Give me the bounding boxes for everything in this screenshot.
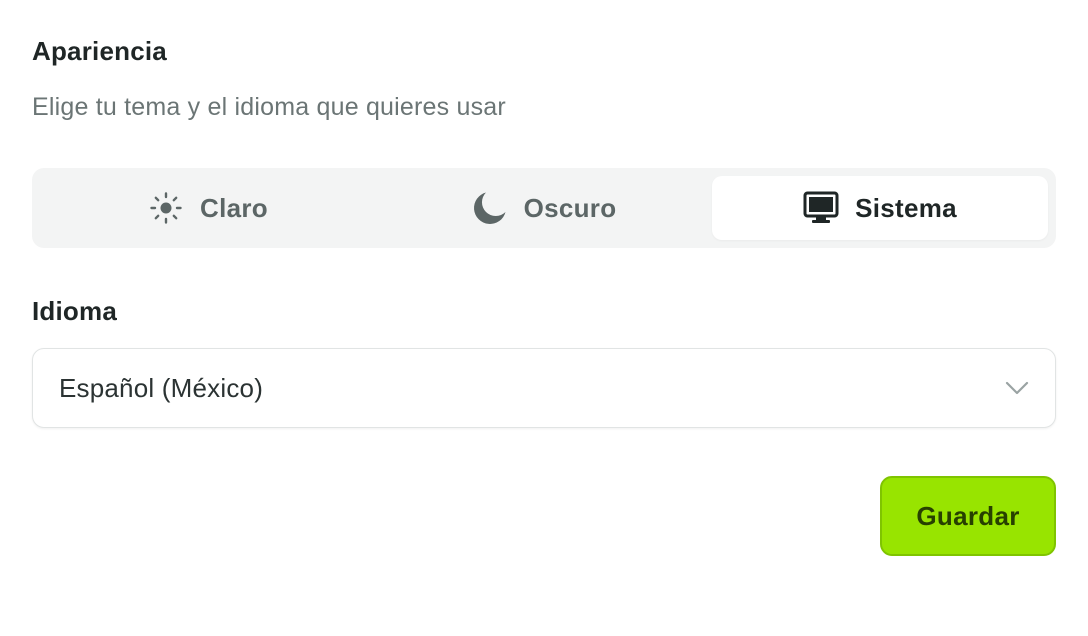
theme-option-dark[interactable]: Oscuro: [376, 176, 712, 240]
chevron-down-icon: [1005, 376, 1029, 400]
language-select-value: Español (México): [59, 372, 264, 403]
theme-option-label: Claro: [200, 192, 268, 223]
theme-option-light[interactable]: Claro: [40, 176, 376, 240]
appearance-settings-panel: Apariencia Elige tu tema y el idioma que…: [0, 0, 1088, 636]
sun-icon: [148, 190, 184, 226]
section-subtitle: Elige tu tema y el idioma que quieres us…: [32, 93, 506, 121]
language-label: Idioma: [32, 296, 117, 326]
theme-option-label: Sistema: [855, 192, 957, 223]
monitor-icon: [803, 190, 839, 226]
language-select[interactable]: Español (México): [32, 348, 1056, 428]
moon-icon: [472, 190, 508, 226]
theme-option-system[interactable]: Sistema: [712, 176, 1048, 240]
theme-option-label: Oscuro: [523, 192, 617, 223]
theme-switch: Claro Oscuro Sistema: [32, 168, 1056, 248]
section-title: Apariencia: [32, 36, 167, 66]
save-button[interactable]: Guardar: [880, 476, 1056, 556]
